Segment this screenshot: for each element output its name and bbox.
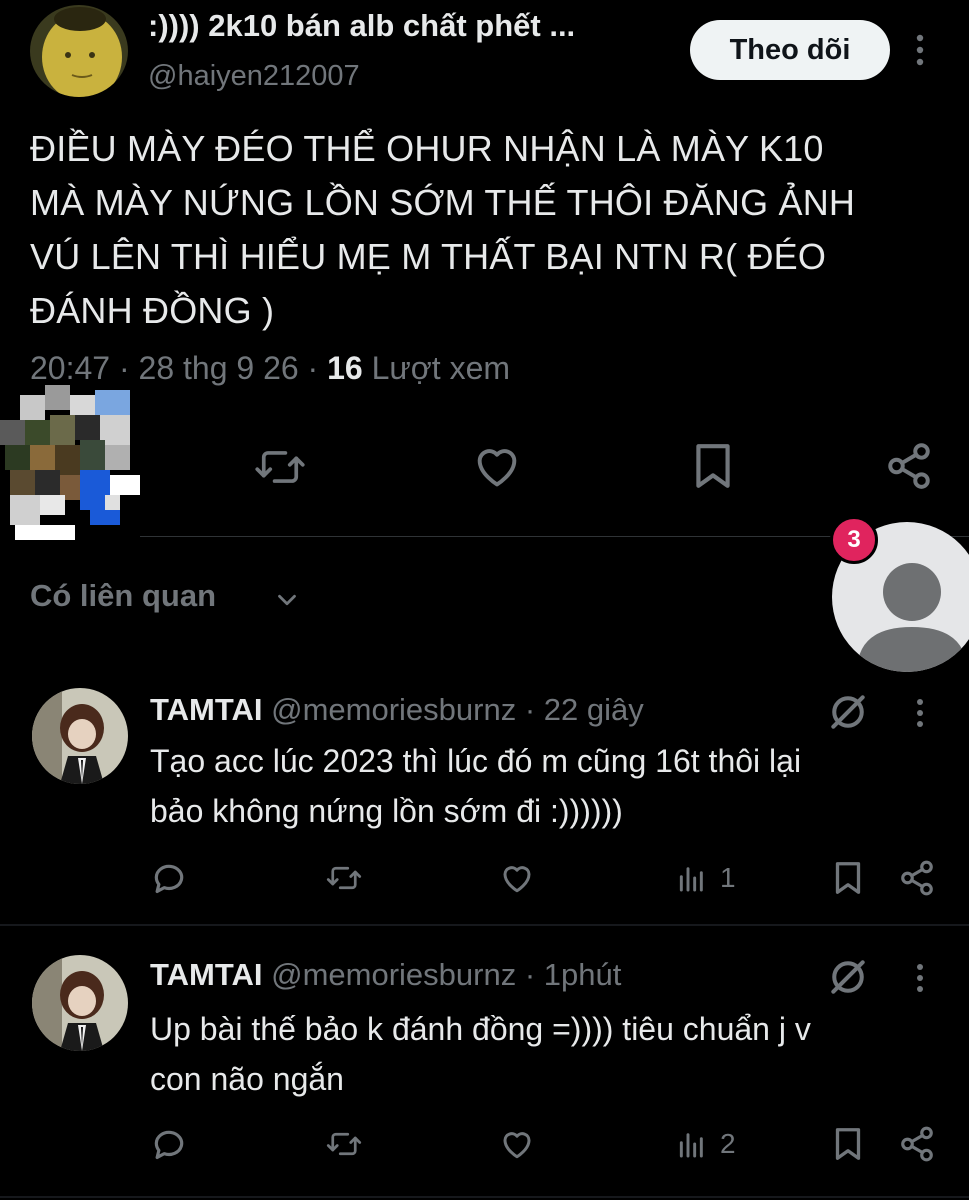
- pixelated-sticker: [0, 385, 150, 550]
- reply-time[interactable]: 1phút: [544, 957, 622, 992]
- bookmark-icon[interactable]: [830, 1126, 866, 1162]
- author-name[interactable]: :)))) 2k10 bán alb chất phết ...: [148, 8, 575, 44]
- follow-button[interactable]: Theo dõi: [690, 20, 890, 80]
- tweet-text-line: ĐÁNH ĐỒNG ): [30, 290, 275, 331]
- more-icon[interactable]: [905, 960, 935, 996]
- retweet-icon[interactable]: [324, 1126, 364, 1162]
- like-icon[interactable]: [498, 1126, 536, 1162]
- tweet-text-line: ĐIỀU MÀY ĐÉO THỂ OHUR NHẬN LÀ MÀY K10: [30, 128, 824, 169]
- tweet-time[interactable]: 20:47: [30, 350, 110, 386]
- retweet-icon[interactable]: [250, 441, 310, 493]
- reply-text: Up bài thế bảo k đánh đồng =)))) tiêu ch…: [150, 1004, 930, 1104]
- more-icon[interactable]: [905, 30, 935, 70]
- like-icon[interactable]: [498, 860, 536, 896]
- share-icon[interactable]: [898, 1125, 936, 1163]
- reply-text-line: Tạo acc lúc 2023 thì lúc đó m cũng 16t t…: [150, 743, 802, 779]
- reply-header: TAMTAI @memoriesburnz · 22 giây: [150, 692, 644, 728]
- chevron-down-icon[interactable]: [272, 585, 302, 615]
- related-label[interactable]: Có liên quan: [30, 578, 216, 614]
- separator-dot: ·: [524, 692, 536, 727]
- like-icon[interactable]: [469, 440, 525, 492]
- tweet-text-line: MÀ MÀY NỨNG LỒN SỚM THẾ THÔI ĐĂNG ẢNH: [30, 182, 856, 223]
- tweet-text-line: VÚ LÊN THÌ HIỂU MẸ M THẤT BẠI NTN R( ĐÉO: [30, 236, 827, 277]
- divider: [0, 924, 969, 926]
- reply-text-line: Up bài thế bảo k đánh đồng =)))) tiêu ch…: [150, 1011, 811, 1047]
- reply-time[interactable]: 22 giây: [544, 692, 644, 727]
- tweet-date[interactable]: 28 thg 9 26: [139, 350, 299, 386]
- tweet-meta: 20:47 · 28 thg 9 26 · 16 Lượt xem: [30, 350, 510, 387]
- retweet-icon[interactable]: [324, 860, 364, 896]
- grok-icon[interactable]: [826, 955, 870, 999]
- views-count: 16: [327, 350, 363, 386]
- notification-badge: 3: [830, 516, 878, 564]
- reply-author-name[interactable]: TAMTAI: [150, 957, 262, 992]
- share-icon[interactable]: [884, 440, 934, 492]
- more-icon[interactable]: [905, 695, 935, 731]
- views-count: 1: [720, 862, 736, 893]
- author-handle[interactable]: @haiyen212007: [148, 60, 360, 93]
- bookmark-icon[interactable]: [688, 440, 738, 492]
- separator-dot: ·: [307, 350, 328, 386]
- views-label: Lượt xem: [371, 350, 511, 386]
- reply-text-line: bảo không nứng lồn sớm đi :)))))): [150, 793, 623, 829]
- divider: [0, 1196, 969, 1198]
- views-icon[interactable]: [676, 862, 708, 894]
- bookmark-icon[interactable]: [830, 860, 866, 896]
- separator-dot: ·: [524, 957, 536, 992]
- reply-author-name[interactable]: TAMTAI: [150, 692, 262, 727]
- reply-text: Tạo acc lúc 2023 thì lúc đó m cũng 16t t…: [150, 736, 930, 836]
- author-avatar[interactable]: [30, 5, 128, 97]
- separator-dot: ·: [118, 350, 139, 386]
- grok-icon[interactable]: [826, 690, 870, 734]
- reply-avatar[interactable]: [32, 688, 128, 784]
- reply-icon[interactable]: [150, 1125, 188, 1163]
- reply-header: TAMTAI @memoriesburnz · 1phút: [150, 957, 621, 993]
- reply-text-line: con não ngắn: [150, 1061, 344, 1097]
- tweet-text: ĐIỀU MÀY ĐÉO THỂ OHUR NHẬN LÀ MÀY K10 MÀ…: [30, 122, 950, 338]
- views-count: 2: [720, 1128, 736, 1159]
- views-icon[interactable]: [676, 1128, 708, 1160]
- reply-author-handle[interactable]: @memoriesburnz: [271, 692, 516, 727]
- reply-author-handle[interactable]: @memoriesburnz: [271, 957, 516, 992]
- reply-icon[interactable]: [150, 859, 188, 897]
- reply-avatar[interactable]: [32, 955, 128, 1051]
- share-icon[interactable]: [898, 859, 936, 897]
